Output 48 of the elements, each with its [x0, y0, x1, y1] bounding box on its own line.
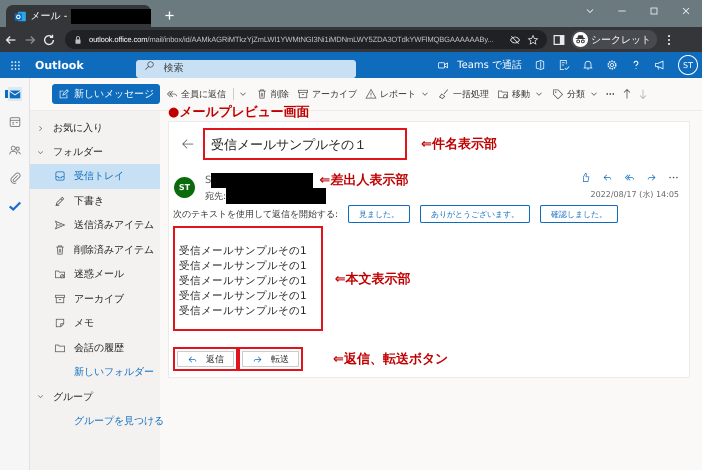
forward-button[interactable]: 転送 [238, 347, 303, 371]
body-text: 受信メールサンプルその1 [179, 274, 307, 289]
toolbar-button[interactable]: レポート [363, 88, 432, 100]
folder-item[interactable]: 受信トレイ [30, 164, 160, 188]
toolbar-button[interactable]: 移動 [495, 88, 546, 100]
new-message-button[interactable]: 新しいメッセージ [52, 84, 160, 104]
search-field[interactable]: 検索 [136, 60, 356, 78]
toolbar-button[interactable]: 削除 [254, 88, 291, 100]
annotation-label: ⇐差出人表示部 [319, 172, 408, 189]
folder-item[interactable]: 迷惑メール [30, 262, 160, 286]
folder-item[interactable]: メモ [30, 311, 160, 336]
toolbar-button[interactable]: アーカイブ [295, 88, 359, 100]
app-name[interactable]: Outlook [35, 58, 84, 72]
folder-item[interactable]: 送信済みアイテム [30, 213, 160, 238]
sender-avatar: ST [174, 177, 195, 198]
annotation-label: ⇐本文表示部 [334, 270, 411, 288]
teams-call-button[interactable]: Teams で通話 [437, 58, 522, 72]
folder-item[interactable]: アーカイブ [30, 286, 160, 311]
body-text: 受信メールサンプルその1 [179, 244, 307, 259]
quick-reply-button[interactable]: 見ました。 [348, 205, 410, 223]
recipient-label: 宛先: [205, 190, 226, 202]
annotation-label: ⇐件名表示部 [421, 136, 497, 153]
toolbar-button[interactable]: 分類 [550, 88, 601, 100]
browser-tab[interactable]: メール - [6, 5, 151, 27]
quick-reply-button[interactable]: ありがとうございます。 [420, 205, 530, 223]
body-text: 受信メールサンプルその1 [179, 304, 307, 319]
folder-section-header[interactable]: グループ [30, 384, 160, 408]
reply-button[interactable]: 返信 [173, 347, 238, 371]
folder-item[interactable]: 下書き [30, 188, 160, 213]
folder-item[interactable]: 削除済みアイテム [30, 238, 160, 262]
body-text: 受信メールサンプルその1 [179, 259, 307, 274]
folder-item[interactable]: 会話の履歴 [30, 336, 160, 360]
sidebar-link[interactable]: 新しいフォルダー [30, 360, 160, 384]
toolbar-button[interactable]: 一括処理 [436, 88, 491, 100]
sender-name: S [205, 174, 212, 186]
folder-section-header[interactable]: フォルダー [30, 140, 160, 164]
tab-title: メール - [30, 10, 68, 23]
user-avatar[interactable]: ST [678, 55, 698, 75]
incognito-profile-button[interactable]: シークレット [571, 30, 657, 49]
body-text: 受信メールサンプルその1 [179, 289, 307, 304]
annotation-title: ●メールプレビュー画面 [168, 105, 310, 121]
toolbar-button[interactable]: 全員に返信 [164, 88, 250, 100]
quick-reply-prompt: 次のテキストを使用して返信を開始する: [173, 208, 338, 220]
annotation-label: ⇐返信、転送ボタン [333, 350, 448, 368]
message-date: 2022/08/17 (水) 14:05 [590, 189, 679, 200]
folder-section-header[interactable]: お気に入り [30, 116, 160, 140]
quick-reply-button[interactable]: 確認しました。 [540, 205, 618, 223]
message-subject: 受信メールサンプルその１ [211, 138, 367, 153]
